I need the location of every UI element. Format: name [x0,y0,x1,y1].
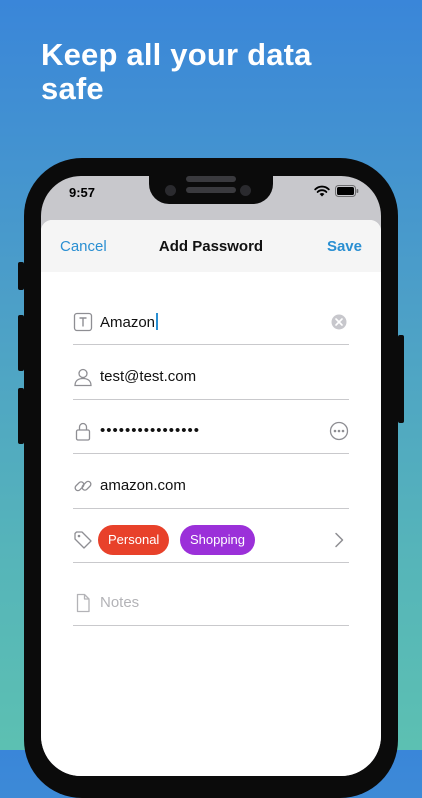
password-field[interactable]: •••••••••••••••• [100,422,200,439]
wifi-icon [314,185,330,197]
website-field-row[interactable]: amazon.com [73,464,349,509]
phone-screen: 9:57 Cancel Add Password Save Amazon tes… [41,176,381,776]
notes-field-row[interactable]: Notes [73,581,349,626]
username-field[interactable]: test@test.com [100,368,196,385]
title-field[interactable]: Amazon [100,314,155,331]
chevron-right-icon[interactable] [329,530,349,550]
add-password-sheet: Cancel Add Password Save Amazon test@tes… [41,220,381,776]
title-field-wrap[interactable]: Amazon [100,313,158,331]
text-box-icon [73,312,93,332]
tag-personal[interactable]: Personal [98,525,170,555]
status-icons [314,185,359,197]
title-field-row[interactable]: Amazon [73,300,349,345]
text-cursor [156,313,158,330]
person-icon [74,368,92,387]
link-icon [74,480,92,492]
tag-shopping[interactable]: Shopping [180,525,255,555]
notes-field[interactable]: Notes [100,594,139,611]
website-field[interactable]: amazon.com [100,477,186,494]
username-field-row[interactable]: test@test.com [73,355,349,400]
earpiece-speaker [186,187,236,193]
clear-icon[interactable] [329,312,349,332]
save-button[interactable]: Save [327,238,362,255]
earpiece-speaker [186,176,236,182]
battery-icon [335,185,359,197]
navigation-bar: Cancel Add Password Save [41,220,381,272]
lock-icon [75,422,91,441]
password-field-row[interactable]: •••••••••••••••• [73,409,349,454]
sensor [240,185,251,196]
document-icon [76,593,90,613]
status-time: 9:57 [69,185,96,200]
tags-row[interactable]: Personal Shopping [73,518,349,563]
marketing-headline: Keep all your data safe [41,37,312,106]
tag-icon [74,531,92,549]
notch [149,176,273,204]
more-options-icon[interactable] [329,421,349,441]
front-camera [165,185,176,196]
power-button [398,335,404,423]
